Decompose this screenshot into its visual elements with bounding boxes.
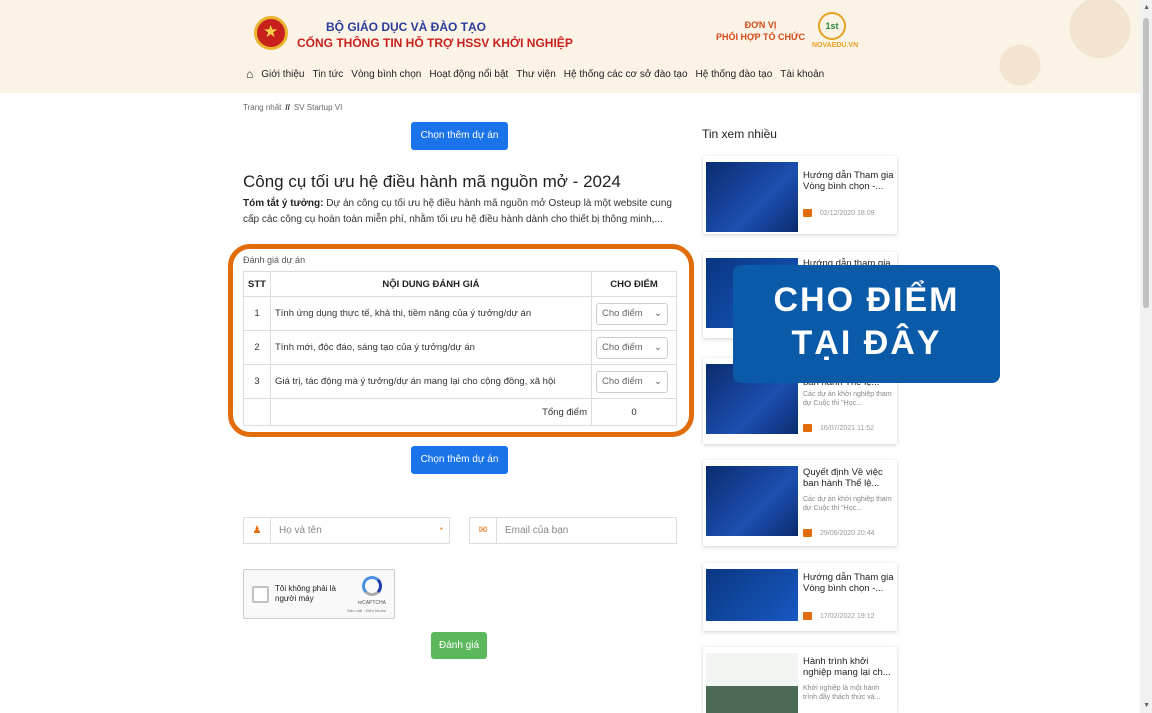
news-date: 29/06/2020 20:44 bbox=[803, 529, 875, 537]
name-placeholder: Họ và tên bbox=[279, 525, 322, 536]
breadcrumb-home[interactable]: Trang nhất bbox=[243, 103, 281, 112]
nav-item-thu-vien[interactable]: Thư viện bbox=[516, 69, 556, 80]
news-desc: Khởi nghiệp là một hành trình đầy thách … bbox=[803, 685, 881, 701]
calendar-icon bbox=[803, 424, 812, 432]
breadcrumb-current[interactable]: SV Startup VI bbox=[294, 103, 342, 112]
news-thumbnail[interactable] bbox=[706, 466, 798, 536]
scroll-down-icon[interactable]: ▼ bbox=[1143, 702, 1150, 709]
nav-item-hoat-dong[interactable]: Hoạt động nổi bật bbox=[429, 69, 508, 80]
nav-item-gioi-thieu[interactable]: Giới thiệu bbox=[261, 69, 304, 80]
breadcrumb-separator: // bbox=[285, 103, 290, 112]
news-title[interactable]: Hành trình khởi nghiệp mang lại ch... bbox=[803, 656, 895, 678]
novaedu-logo-icon[interactable]: 1st bbox=[818, 12, 846, 40]
breadcrumb: Trang nhất // SV Startup VI bbox=[243, 103, 342, 112]
required-mark: * bbox=[439, 526, 443, 535]
name-field[interactable]: ♟ Họ và tên * bbox=[243, 517, 450, 544]
evaluation-highlight-frame bbox=[228, 244, 694, 437]
partner-label-line1: ĐƠN VỊ bbox=[744, 20, 777, 30]
choose-more-project-button[interactable]: Chọn thêm dự án bbox=[411, 122, 508, 150]
recaptcha-logo-icon bbox=[362, 576, 382, 596]
partner-label-line2: PHỐI HỢP TỔ CHỨC bbox=[716, 32, 805, 42]
news-date: 17/02/2022 19:12 bbox=[803, 612, 875, 620]
score-here-callout: CHO ĐIỂM TẠI ĐÂY bbox=[733, 265, 1000, 383]
news-date-text: 29/06/2020 20:44 bbox=[820, 529, 875, 537]
news-date: 02/12/2020 18:09 bbox=[803, 209, 875, 217]
recaptcha-widget: Tôi không phải là người máy reCAPTCHA Bả… bbox=[243, 569, 395, 619]
envelope-icon: ✉ bbox=[470, 518, 497, 543]
nav-item-co-so-dao-tao[interactable]: Hệ thống các cơ sở đào tạo bbox=[564, 69, 688, 80]
news-thumbnail[interactable] bbox=[706, 162, 798, 232]
national-emblem-logo[interactable] bbox=[254, 16, 288, 50]
email-field[interactable]: ✉ Email của bạn bbox=[469, 517, 677, 544]
calendar-icon bbox=[803, 612, 812, 620]
recaptcha-terms[interactable]: Bảo mật - Điều khoản bbox=[347, 608, 386, 613]
news-title[interactable]: Hướng dẫn Tham gia Vòng bình chọn -... bbox=[803, 572, 895, 594]
news-card[interactable]: Hướng dẫn Tham gia Vòng bình chọn -... 0… bbox=[703, 156, 897, 234]
news-thumbnail[interactable] bbox=[706, 653, 798, 713]
news-card[interactable]: Hành trình khởi nghiệp mang lại ch... Kh… bbox=[703, 647, 897, 713]
recaptcha-label: Tôi không phải là người máy bbox=[275, 584, 336, 603]
summary-label: Tóm tắt ý tưởng: bbox=[243, 198, 324, 209]
nav-item-vong-binh-chon[interactable]: Vòng bình chọn bbox=[351, 69, 421, 80]
novaedu-name: NOVAEDU.VN bbox=[812, 42, 859, 49]
home-icon[interactable]: ⌂ bbox=[246, 67, 253, 81]
nav-item-he-thong-dao-tao[interactable]: Hệ thống đào tạo bbox=[696, 69, 773, 80]
news-date: 16/07/2021 11:52 bbox=[803, 424, 874, 432]
news-date-text: 02/12/2020 18:09 bbox=[820, 209, 875, 217]
news-card[interactable]: Hướng dẫn Tham gia Vòng bình chọn -... 1… bbox=[703, 563, 897, 631]
callout-line1: CHO ĐIỂM bbox=[773, 281, 960, 319]
calendar-icon bbox=[803, 529, 812, 537]
scroll-up-icon[interactable]: ▲ bbox=[1143, 4, 1150, 11]
user-icon: ♟ bbox=[244, 518, 271, 543]
choose-more-project-button-bottom[interactable]: Chọn thêm dự án bbox=[411, 446, 508, 474]
submit-evaluation-button[interactable]: Đánh giá bbox=[431, 632, 487, 659]
callout-line2: TẠI ĐÂY bbox=[791, 324, 942, 362]
news-desc: Các dự án khởi nghiệp tham dự Cuộc thi "… bbox=[803, 391, 892, 407]
news-thumbnail[interactable] bbox=[706, 569, 798, 621]
news-card[interactable]: Quyết định Về việc ban hành Thể lệ... Cá… bbox=[703, 460, 897, 546]
recaptcha-checkbox[interactable] bbox=[252, 586, 269, 603]
recaptcha-brand: reCAPTCHA bbox=[357, 600, 386, 606]
project-title: Công cụ tối ưu hệ điều hành mã nguồn mở … bbox=[243, 172, 621, 191]
sidebar-title: Tin xem nhiều bbox=[702, 127, 777, 141]
news-title[interactable]: Hướng dẫn Tham gia Vòng bình chọn -... bbox=[803, 170, 895, 192]
email-placeholder: Email của bạn bbox=[505, 525, 569, 536]
main-nav: ⌂ Giới thiệu Tin tức Vòng bình chọn Hoạt… bbox=[246, 67, 824, 81]
partner-label: ĐƠN VỊ PHỐI HỢP TỔ CHỨC bbox=[716, 19, 805, 43]
page-scrollbar[interactable]: ▲ ▼ bbox=[1140, 0, 1152, 713]
news-date-text: 16/07/2021 11:52 bbox=[820, 424, 874, 432]
project-summary: Tóm tắt ý tưởng: Dự án công cụ tối ưu hệ… bbox=[243, 196, 683, 228]
header-pattern bbox=[940, 0, 1140, 93]
calendar-icon bbox=[803, 209, 812, 217]
site-header: BỘ GIÁO DỤC VÀ ĐÀO TẠO CỔNG THÔNG TIN HỖ… bbox=[0, 0, 1140, 93]
scrollbar-thumb[interactable] bbox=[1143, 18, 1149, 308]
news-title[interactable]: Quyết định Về việc ban hành Thể lệ... bbox=[803, 467, 895, 489]
nav-item-tai-khoan[interactable]: Tài khoản bbox=[780, 69, 824, 80]
news-date-text: 17/02/2022 19:12 bbox=[820, 612, 875, 620]
ministry-name: BỘ GIÁO DỤC VÀ ĐÀO TẠO bbox=[326, 20, 487, 34]
portal-name[interactable]: CỔNG THÔNG TIN HỖ TRỢ HSSV KHỞI NGHIỆP bbox=[297, 36, 573, 50]
nav-item-tin-tuc[interactable]: Tin tức bbox=[313, 69, 344, 80]
news-desc: Các dự án khởi nghiệp tham dự Cuộc thi "… bbox=[803, 496, 892, 512]
